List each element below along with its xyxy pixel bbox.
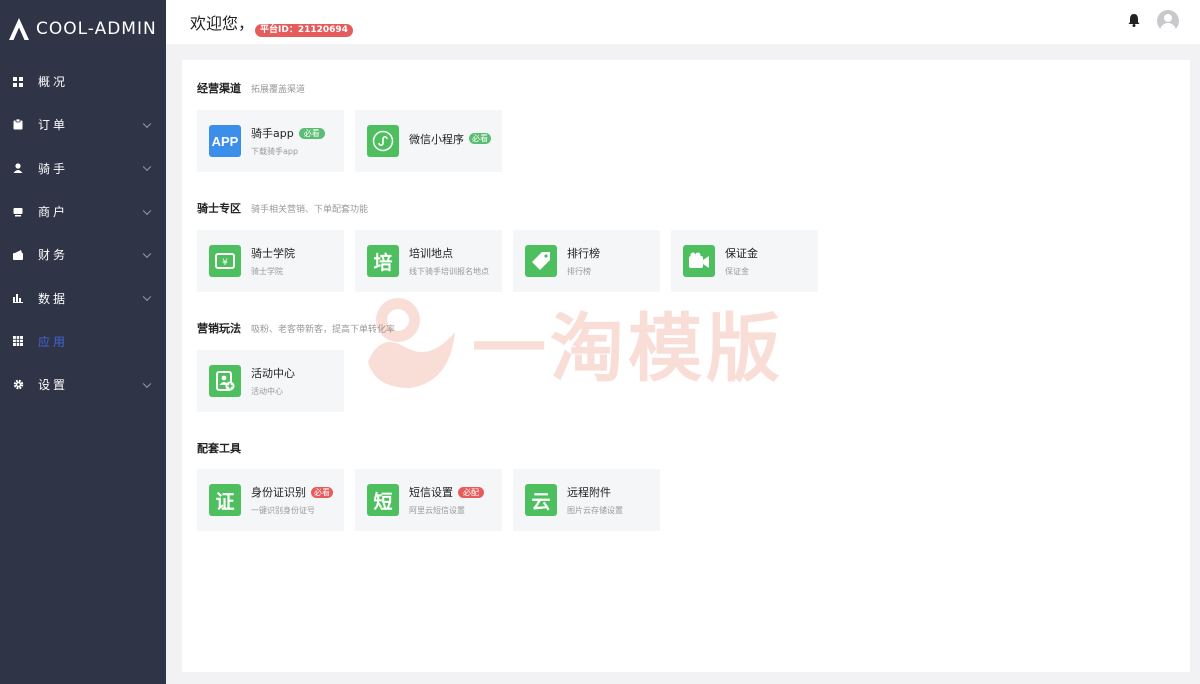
training-icon: 培 bbox=[367, 245, 399, 277]
card-subtitle: 排行榜 bbox=[567, 267, 591, 276]
card-subtitle: 图片云存储设置 bbox=[567, 506, 623, 515]
academy-icon: ¥ bbox=[209, 245, 241, 277]
platform-id-badge: 平台ID：21120694 bbox=[255, 24, 353, 37]
tag-badge: 必看 bbox=[311, 486, 333, 498]
card-title: 排行榜 bbox=[567, 247, 600, 260]
deposit-icon bbox=[683, 245, 715, 277]
sidebar-item-merchants[interactable]: 商户 bbox=[0, 190, 166, 233]
app-name: COOL-ADMIN bbox=[36, 19, 157, 39]
card-subtitle: 骑士学院 bbox=[251, 267, 283, 276]
logo[interactable]: COOL-ADMIN bbox=[0, 0, 166, 58]
sidebar-item-riders[interactable]: 骑手 bbox=[0, 147, 166, 190]
gear-icon bbox=[12, 379, 24, 391]
user-icon bbox=[12, 162, 24, 174]
card-rider-app[interactable]: APP 骑手app 必看 下载骑手app bbox=[197, 110, 344, 172]
chevron-down-icon bbox=[142, 292, 152, 302]
section-title: 骑士专区 bbox=[197, 202, 241, 215]
section-header: 配套工具 bbox=[197, 440, 251, 456]
section-desc: 骑手相关营销、下单配套功能 bbox=[251, 205, 369, 215]
card-subtitle: 阿里云短信设置 bbox=[409, 506, 465, 515]
card-activity-center[interactable]: 活动中心 活动中心 bbox=[197, 350, 344, 412]
top-header: 欢迎您， 平台ID：21120694 bbox=[166, 0, 1200, 44]
wallet-icon bbox=[12, 249, 24, 261]
card-title: 培训地点 bbox=[409, 247, 453, 260]
main-panel: 经营渠道 拓展覆盖渠道 APP 骑手app 必看 下载骑手app 微信小程序 必… bbox=[182, 60, 1190, 672]
avatar[interactable] bbox=[1157, 10, 1179, 32]
sidebar-item-label: 商户 bbox=[38, 205, 69, 220]
section-title: 经营渠道 bbox=[197, 82, 241, 95]
card-subtitle: 下载骑手app bbox=[251, 147, 299, 156]
section-desc: 吸粉、老客带新客，提高下单转化率 bbox=[251, 325, 396, 335]
card-subtitle: 保证金 bbox=[725, 267, 749, 276]
section-header: 经营渠道 拓展覆盖渠道 bbox=[197, 80, 305, 96]
card-deposit[interactable]: 保证金 保证金 bbox=[671, 230, 818, 292]
avatar-head bbox=[1164, 14, 1172, 22]
sidebar-menu: 概况 订单 骑手 商户 财务 数据 应用 设置 bbox=[0, 60, 166, 406]
card-mini-program[interactable]: 微信小程序 必看 bbox=[355, 110, 502, 172]
chevron-down-icon bbox=[142, 119, 152, 128]
card-title: 身份证识别 bbox=[251, 486, 306, 499]
card-training-location[interactable]: 培 培训地点 线下骑手培训报名地点 bbox=[355, 230, 502, 292]
section-title: 配套工具 bbox=[197, 442, 241, 455]
cloud-icon: 云 bbox=[525, 484, 557, 516]
card-id-recognition[interactable]: 证 身份证识别 必看 一键识别身份证号 bbox=[197, 469, 344, 531]
logo-icon bbox=[9, 18, 29, 40]
app-icon: APP bbox=[209, 125, 241, 157]
tag-badge: 必配 bbox=[458, 486, 484, 498]
order-icon bbox=[12, 119, 24, 131]
bar-chart-icon bbox=[12, 292, 24, 304]
section-desc: 拓展覆盖渠道 bbox=[251, 85, 306, 95]
chevron-down-icon bbox=[142, 162, 152, 172]
activity-icon bbox=[209, 365, 241, 397]
card-subtitle: 一键识别身份证号 bbox=[251, 506, 315, 515]
svg-text:¥: ¥ bbox=[222, 258, 228, 268]
sidebar-item-label: 财务 bbox=[38, 248, 69, 263]
card-title: 远程附件 bbox=[567, 486, 611, 499]
ranking-tag-icon bbox=[525, 245, 557, 277]
sidebar-item-data[interactable]: 数据 bbox=[0, 276, 166, 319]
sidebar-item-label: 设置 bbox=[38, 378, 69, 393]
dashboard-icon bbox=[12, 76, 24, 88]
card-title: 骑士学院 bbox=[251, 247, 295, 260]
card-title: 保证金 bbox=[725, 247, 758, 260]
sms-icon: 短 bbox=[367, 484, 399, 516]
sidebar-item-label: 订单 bbox=[38, 118, 69, 133]
sidebar-item-apps[interactable]: 应用 bbox=[0, 320, 166, 363]
tag-badge: 必看 bbox=[298, 127, 325, 139]
card-title: 骑手app bbox=[251, 127, 294, 140]
grid-icon bbox=[12, 335, 24, 347]
sidebar-item-orders[interactable]: 订单 bbox=[0, 103, 166, 146]
chevron-down-icon bbox=[142, 379, 152, 388]
card-title: 短信设置 bbox=[409, 486, 453, 499]
tag-badge: 必看 bbox=[469, 133, 491, 144]
sidebar-item-overview[interactable]: 概况 bbox=[0, 60, 166, 103]
card-title: 微信小程序 bbox=[409, 132, 464, 146]
card-remote-attachment[interactable]: 云 远程附件 图片云存储设置 bbox=[513, 469, 660, 531]
chevron-down-icon bbox=[142, 249, 152, 258]
section-header: 骑士专区 骑手相关营销、下单配套功能 bbox=[197, 200, 368, 216]
sidebar: COOL-ADMIN 概况 订单 骑手 商户 财务 数据 应用 设置 bbox=[0, 0, 166, 684]
chevron-down-icon bbox=[142, 206, 152, 215]
sidebar-item-finance[interactable]: 财务 bbox=[0, 233, 166, 276]
card-subtitle: 线下骑手培训报名地点 bbox=[409, 267, 489, 276]
card-sms-settings[interactable]: 短 短信设置 必配 阿里云短信设置 bbox=[355, 469, 502, 531]
sidebar-item-label: 数据 bbox=[38, 291, 69, 306]
card-title: 活动中心 bbox=[251, 367, 295, 380]
avatar-body bbox=[1160, 23, 1176, 32]
sidebar-item-label: 概况 bbox=[38, 75, 69, 90]
mini-program-icon bbox=[367, 125, 399, 157]
id-card-icon: 证 bbox=[209, 484, 241, 516]
card-subtitle: 活动中心 bbox=[251, 387, 283, 396]
sidebar-item-label: 应用 bbox=[38, 334, 69, 349]
section-title: 营销玩法 bbox=[197, 322, 241, 335]
sidebar-item-settings[interactable]: 设置 bbox=[0, 363, 166, 406]
card-ranking[interactable]: 排行榜 排行榜 bbox=[513, 230, 660, 292]
welcome-text: 欢迎您， bbox=[190, 14, 255, 33]
sidebar-item-label: 骑手 bbox=[38, 161, 69, 176]
bell-icon[interactable] bbox=[1126, 12, 1142, 28]
card-rider-academy[interactable]: ¥ 骑士学院 骑士学院 bbox=[197, 230, 344, 292]
shop-icon bbox=[12, 206, 24, 218]
section-header: 营销玩法 吸粉、老客带新客，提高下单转化率 bbox=[197, 320, 395, 336]
